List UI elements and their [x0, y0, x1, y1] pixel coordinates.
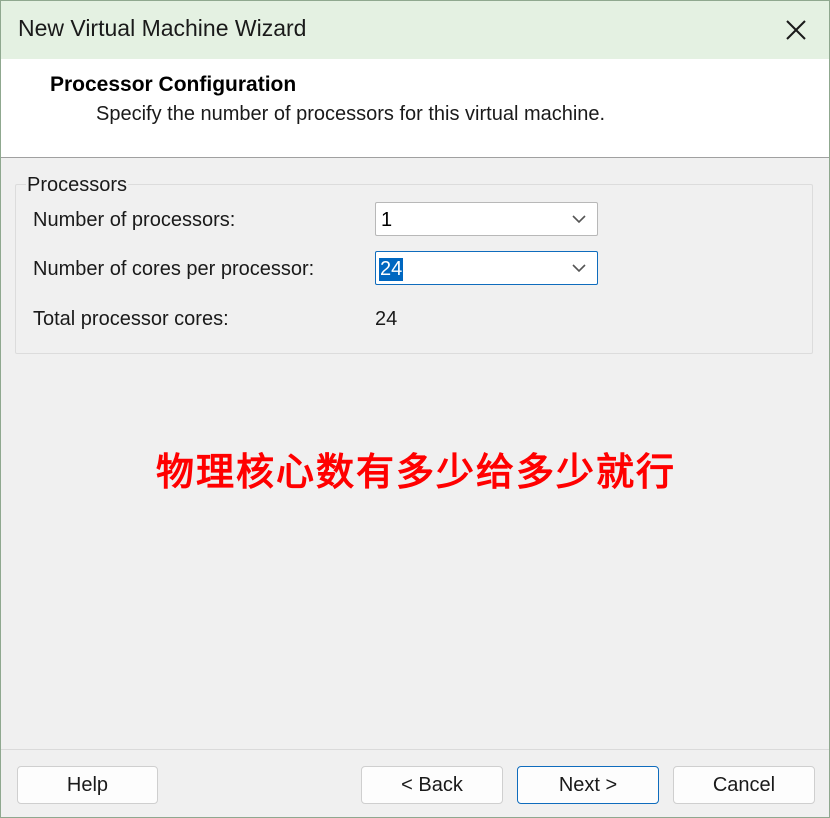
- processors-group-legend: Processors: [26, 174, 129, 197]
- next-button[interactable]: Next >: [517, 766, 659, 804]
- page-subtitle: Specify the number of processors for thi…: [96, 103, 606, 125]
- back-button[interactable]: < Back: [361, 766, 503, 804]
- page-title: Processor Configuration: [50, 73, 297, 96]
- footer-divider: [1, 749, 829, 750]
- title-bar[interactable]: New Virtual Machine Wizard: [1, 1, 829, 59]
- num-processors-value: 1: [381, 209, 393, 231]
- chevron-down-icon: [572, 215, 586, 224]
- page-header: Processor Configuration Specify the numb…: [1, 59, 829, 158]
- close-button[interactable]: [763, 1, 829, 59]
- cores-per-processor-dropdown[interactable]: 24: [375, 251, 598, 285]
- help-button[interactable]: Help: [17, 766, 158, 804]
- cancel-button[interactable]: Cancel: [673, 766, 815, 804]
- wizard-window: New Virtual Machine Wizard Processor Con…: [0, 0, 830, 818]
- cores-per-processor-value: 24: [379, 258, 404, 281]
- close-icon: [786, 20, 806, 40]
- num-processors-dropdown[interactable]: 1: [375, 202, 598, 236]
- annotation-text: 物理核心数有多少给多少就行: [155, 450, 676, 494]
- chevron-down-icon: [572, 264, 586, 273]
- cores-per-processor-label: Number of cores per processor:: [33, 258, 315, 280]
- num-processors-label: Number of processors:: [33, 209, 236, 231]
- window-title: New Virtual Machine Wizard: [18, 15, 307, 41]
- total-cores-label: Total processor cores:: [33, 308, 229, 330]
- total-cores-value: 24: [375, 308, 398, 330]
